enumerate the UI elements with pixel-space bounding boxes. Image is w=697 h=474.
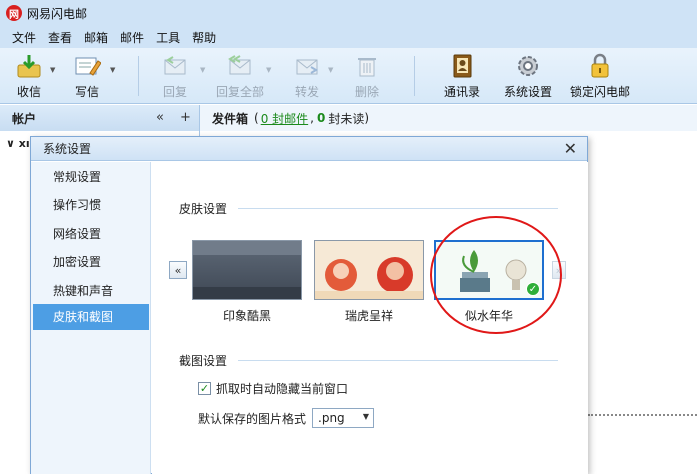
compose-button[interactable]: 写信: [72, 52, 102, 100]
address-book-icon: [447, 52, 477, 80]
reply-dropdown-icon[interactable]: ▼: [200, 66, 205, 74]
screenshot-section-title: 截图设置: [179, 354, 228, 368]
receive-button[interactable]: 收信: [14, 52, 44, 100]
reply-all-button[interactable]: 回复全部: [216, 52, 264, 100]
unread-count: 0: [316, 111, 326, 125]
forward-icon: [292, 52, 322, 80]
compose-icon: [72, 52, 102, 80]
inbox-download-icon: [14, 52, 44, 80]
toolbar: 收信 ▼ 写信 ▼ 回复 ▼ 回复全部 ▼ 转发 ▼ 删除 通讯录 系统设置 锁…: [0, 48, 697, 104]
lock-button[interactable]: 锁定闪电邮: [570, 52, 630, 100]
reply-label: 回复: [162, 85, 187, 99]
section-divider: [238, 208, 558, 209]
contacts-label: 通讯录: [444, 85, 481, 99]
chevron-down-icon: ▼: [362, 412, 370, 421]
nav-general[interactable]: 常规设置: [33, 164, 149, 190]
settings-nav: 常规设置 操作习惯 网络设置 加密设置 热键和声音 皮肤和截图: [31, 162, 151, 474]
menu-bar: 文件 查看 邮箱 邮件 工具 帮助: [0, 26, 697, 48]
highlight-annotation-circle: [430, 216, 562, 334]
reply-all-dropdown-icon[interactable]: ▼: [266, 66, 271, 74]
dialog-title: 系统设置: [43, 142, 92, 156]
collapse-panel-icon[interactable]: «: [156, 110, 164, 125]
title-bar: 网 网易闪电邮: [0, 0, 697, 26]
unread-text: 封未读: [328, 111, 365, 126]
dialog-title-bar: 系统设置 ✕: [31, 137, 587, 161]
nav-encryption[interactable]: 加密设置: [33, 249, 149, 275]
receive-label: 收信: [16, 85, 41, 99]
mail-count-link[interactable]: 0 封邮件: [261, 110, 308, 127]
reply-all-icon: [225, 52, 255, 80]
contacts-button[interactable]: 通讯录: [444, 52, 480, 100]
nav-hotkeys-sound[interactable]: 热键和声音: [33, 278, 149, 304]
delete-button[interactable]: 删除: [352, 52, 382, 100]
image-format-select[interactable]: .png ▼: [312, 408, 375, 428]
receive-dropdown-icon[interactable]: ▼: [50, 66, 55, 74]
toolbar-separator: [414, 56, 415, 96]
app-logo: 网: [6, 5, 22, 21]
hide-window-option: ✓ 抓取时自动隐藏当前窗口: [198, 380, 348, 397]
reply-button[interactable]: 回复: [160, 52, 190, 100]
forward-button[interactable]: 转发: [292, 52, 322, 100]
account-tree-item[interactable]: ∨ xı: [6, 137, 30, 150]
gear-icon: [513, 52, 543, 80]
delete-label: 删除: [354, 85, 379, 99]
image-format-value: .png: [318, 411, 345, 425]
accounts-title: 帐户: [12, 111, 37, 126]
nav-network[interactable]: 网络设置: [33, 221, 149, 247]
menu-tools[interactable]: 工具: [156, 29, 180, 46]
toolbar-separator: [138, 56, 139, 96]
accounts-header: 帐户 « +: [0, 105, 200, 131]
skin-prev-button[interactable]: «: [169, 261, 187, 279]
splitter-handle[interactable]: [588, 414, 697, 420]
nav-habits[interactable]: 操作习惯: [33, 192, 149, 218]
menu-mailbox[interactable]: 邮箱: [84, 29, 108, 46]
menu-file[interactable]: 文件: [12, 29, 36, 46]
skin-thumbnail-tiger[interactable]: [314, 240, 424, 300]
skin-label-black: 印象酷黑: [222, 309, 271, 323]
nav-skin-screenshot[interactable]: 皮肤和截图: [33, 304, 149, 330]
forward-label: 转发: [294, 85, 319, 99]
app-title: 网易闪电邮: [27, 6, 88, 21]
hide-window-checkbox[interactable]: ✓: [198, 382, 211, 395]
skin-section-title: 皮肤设置: [179, 202, 228, 216]
lock-label: 锁定闪电邮: [570, 85, 631, 99]
reply-all-label: 回复全部: [216, 85, 265, 99]
system-settings-label: 系统设置: [504, 85, 553, 99]
hide-window-label: 抓取时自动隐藏当前窗口: [216, 382, 349, 396]
compose-label: 写信: [74, 85, 99, 99]
compose-dropdown-icon[interactable]: ▼: [110, 66, 115, 74]
reply-icon: [160, 52, 190, 80]
outbox-close-paren: ): [364, 111, 370, 125]
outbox-title: 发件箱: [212, 111, 249, 126]
image-format-label: 默认保存的图片格式: [198, 411, 307, 426]
menu-mail[interactable]: 邮件: [120, 29, 144, 46]
forward-dropdown-icon[interactable]: ▼: [328, 66, 333, 74]
outbox-header: 发件箱 ( 0 封邮件 , 0 封未读 ): [200, 105, 697, 131]
system-settings-button[interactable]: 系统设置: [504, 52, 552, 100]
menu-help[interactable]: 帮助: [192, 29, 216, 46]
trash-icon: [352, 52, 382, 80]
close-icon[interactable]: ✕: [564, 139, 577, 158]
lock-icon: [585, 52, 615, 80]
add-account-icon[interactable]: +: [180, 110, 191, 125]
skin-thumbnail-black[interactable]: [192, 240, 302, 300]
image-format-option: 默认保存的图片格式 .png ▼: [198, 408, 375, 428]
outbox-comma: ,: [310, 111, 314, 125]
skin-label-tiger: 瑞虎呈祥: [344, 309, 393, 323]
section-divider: [238, 360, 558, 361]
menu-view[interactable]: 查看: [48, 29, 72, 46]
outbox-open-paren: (: [254, 111, 259, 125]
